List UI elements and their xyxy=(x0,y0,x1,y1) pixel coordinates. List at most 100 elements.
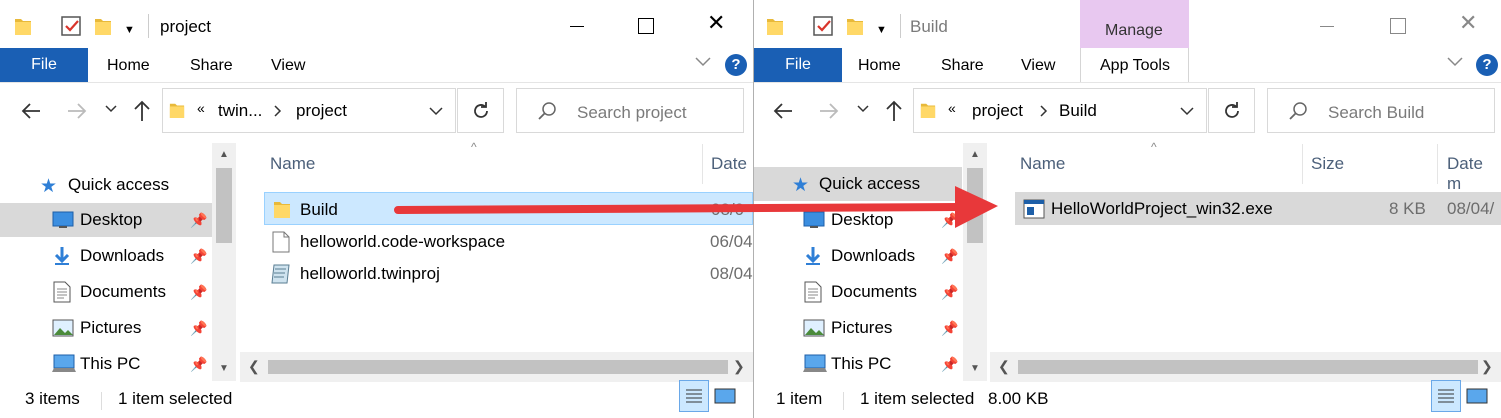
expand-ribbon-chevron-icon[interactable] xyxy=(1446,56,1464,68)
help-button[interactable]: ? xyxy=(1476,54,1498,76)
nav-item-this-pc[interactable]: This PC 📌 xyxy=(0,347,212,381)
new-folder-icon[interactable] xyxy=(94,16,112,36)
properties-checkmark-icon[interactable] xyxy=(60,15,82,37)
maximize-button[interactable] xyxy=(638,18,654,34)
scroll-right-icon[interactable]: ❯ xyxy=(733,358,745,375)
pin-icon[interactable]: 📌 xyxy=(190,248,207,265)
close-button[interactable]: ✕ xyxy=(707,12,725,34)
scroll-left-icon[interactable]: ❮ xyxy=(998,358,1010,375)
breadcrumb-current[interactable]: project xyxy=(296,101,347,121)
pin-icon[interactable]: 📌 xyxy=(190,320,207,337)
nav-item-downloads[interactable]: Downloads 📌 xyxy=(0,239,212,273)
column-header-name[interactable]: Name xyxy=(270,154,315,174)
nav-item-downloads[interactable]: Downloads 📌 xyxy=(754,239,962,273)
large-icons-view-button[interactable] xyxy=(1463,380,1493,412)
nav-item-documents[interactable]: Documents 📌 xyxy=(0,275,212,309)
column-header-name[interactable]: Name xyxy=(1020,154,1065,174)
quick-access-dropdown-icon[interactable]: ▼ xyxy=(124,24,135,36)
search-input[interactable]: Search project xyxy=(577,103,687,123)
pin-icon[interactable]: 📌 xyxy=(190,356,207,373)
large-icons-view-button[interactable] xyxy=(711,380,741,412)
address-dropdown-chevron-icon[interactable] xyxy=(1180,106,1194,116)
file-row-code-workspace[interactable]: helloworld.code-workspace 06/04 xyxy=(264,227,753,257)
pin-icon[interactable]: 📌 xyxy=(941,320,958,337)
scroll-thumb[interactable] xyxy=(1018,360,1478,374)
column-header-date[interactable]: Date m xyxy=(1447,154,1501,194)
tab-home[interactable]: Home xyxy=(107,57,150,75)
file-tab[interactable]: File xyxy=(754,48,842,82)
nav-item-this-pc[interactable]: This PC 📌 xyxy=(754,347,962,381)
search-box[interactable]: Search project xyxy=(516,88,744,133)
up-arrow-icon[interactable] xyxy=(884,99,904,123)
scroll-thumb[interactable] xyxy=(967,168,983,243)
breadcrumb-current[interactable]: Build xyxy=(1059,101,1097,121)
scroll-up-icon[interactable]: ▲ xyxy=(970,149,980,160)
breadcrumb-parent[interactable]: project xyxy=(972,101,1023,121)
quick-access-dropdown-icon[interactable]: ▼ xyxy=(876,24,887,36)
scroll-up-icon[interactable]: ▲ xyxy=(219,149,229,160)
manage-contextual-tab-header[interactable]: Manage xyxy=(1080,0,1189,48)
refresh-button[interactable] xyxy=(1208,88,1255,133)
nav-quick-access[interactable]: ★ Quick access xyxy=(0,168,212,202)
column-divider[interactable] xyxy=(1302,144,1303,184)
recent-locations-chevron-icon[interactable] xyxy=(857,104,869,114)
tab-share[interactable]: Share xyxy=(190,57,233,75)
help-button[interactable]: ? xyxy=(725,54,747,76)
breadcrumb-overflow[interactable]: « xyxy=(948,100,956,116)
pin-icon[interactable]: 📌 xyxy=(190,212,207,229)
forward-arrow-icon[interactable] xyxy=(66,100,88,122)
nav-scrollbar[interactable]: ▲ ▼ xyxy=(212,143,236,381)
file-row-twinproj[interactable]: helloworld.twinproj 08/04 xyxy=(264,259,753,289)
close-button[interactable]: ✕ xyxy=(1459,12,1477,34)
scroll-right-icon[interactable]: ❯ xyxy=(1481,358,1493,375)
nav-item-desktop[interactable]: Desktop 📌 xyxy=(754,203,962,237)
column-divider[interactable] xyxy=(702,144,703,184)
address-dropdown-chevron-icon[interactable] xyxy=(429,106,443,116)
pin-icon[interactable]: 📌 xyxy=(941,248,958,265)
pin-icon[interactable]: 📌 xyxy=(190,284,207,301)
forward-arrow-icon[interactable] xyxy=(818,100,840,122)
pin-icon[interactable]: 📌 xyxy=(941,212,958,229)
breadcrumb-parent[interactable]: twin... xyxy=(218,101,262,121)
nav-scrollbar[interactable]: ▲ ▼ xyxy=(963,143,987,381)
pin-icon[interactable]: 📌 xyxy=(941,356,958,373)
address-bar[interactable]: « project Build xyxy=(913,88,1207,133)
breadcrumb-chevron-icon[interactable] xyxy=(1039,105,1049,117)
scroll-down-icon[interactable]: ▼ xyxy=(970,363,980,374)
tab-view[interactable]: View xyxy=(271,57,305,75)
file-row-exe[interactable]: HelloWorldProject_win32.exe 8 KB 08/04/ xyxy=(1015,192,1501,225)
file-row-build[interactable]: Build 08/0 xyxy=(264,192,753,225)
search-box[interactable]: Search Build xyxy=(1267,88,1495,133)
tab-share[interactable]: Share xyxy=(941,57,984,75)
scroll-down-icon[interactable]: ▼ xyxy=(219,363,229,374)
tab-home[interactable]: Home xyxy=(858,57,901,75)
refresh-button[interactable] xyxy=(457,88,504,133)
recent-locations-chevron-icon[interactable] xyxy=(105,104,117,114)
nav-item-desktop[interactable]: Desktop 📌 xyxy=(0,203,212,237)
nav-quick-access[interactable]: ★ Quick access xyxy=(754,167,962,201)
nav-item-pictures[interactable]: Pictures 📌 xyxy=(0,311,212,345)
minimize-button[interactable] xyxy=(570,26,584,27)
up-arrow-icon[interactable] xyxy=(132,99,152,123)
details-view-button[interactable] xyxy=(1431,380,1461,412)
expand-ribbon-chevron-icon[interactable] xyxy=(694,56,712,68)
back-arrow-icon[interactable] xyxy=(20,100,42,122)
tab-view[interactable]: View xyxy=(1021,57,1055,75)
column-header-date[interactable]: Date xyxy=(711,154,747,174)
address-bar[interactable]: « twin... project xyxy=(162,88,456,133)
scroll-thumb[interactable] xyxy=(216,168,232,243)
minimize-button[interactable] xyxy=(1320,26,1334,27)
column-divider[interactable] xyxy=(1437,144,1438,184)
column-header-size[interactable]: Size xyxy=(1311,154,1344,174)
details-view-button[interactable] xyxy=(679,380,709,412)
breadcrumb-chevron-icon[interactable] xyxy=(273,105,283,117)
file-list-hscrollbar[interactable]: ❮ ❯ xyxy=(990,352,1501,382)
scroll-thumb[interactable] xyxy=(268,360,728,374)
maximize-button[interactable] xyxy=(1390,18,1406,34)
properties-checkmark-icon[interactable] xyxy=(812,15,834,37)
back-arrow-icon[interactable] xyxy=(772,100,794,122)
scroll-left-icon[interactable]: ❮ xyxy=(248,358,260,375)
breadcrumb-overflow[interactable]: « xyxy=(197,100,205,116)
file-tab[interactable]: File xyxy=(0,48,88,82)
nav-item-documents[interactable]: Documents 📌 xyxy=(754,275,962,309)
